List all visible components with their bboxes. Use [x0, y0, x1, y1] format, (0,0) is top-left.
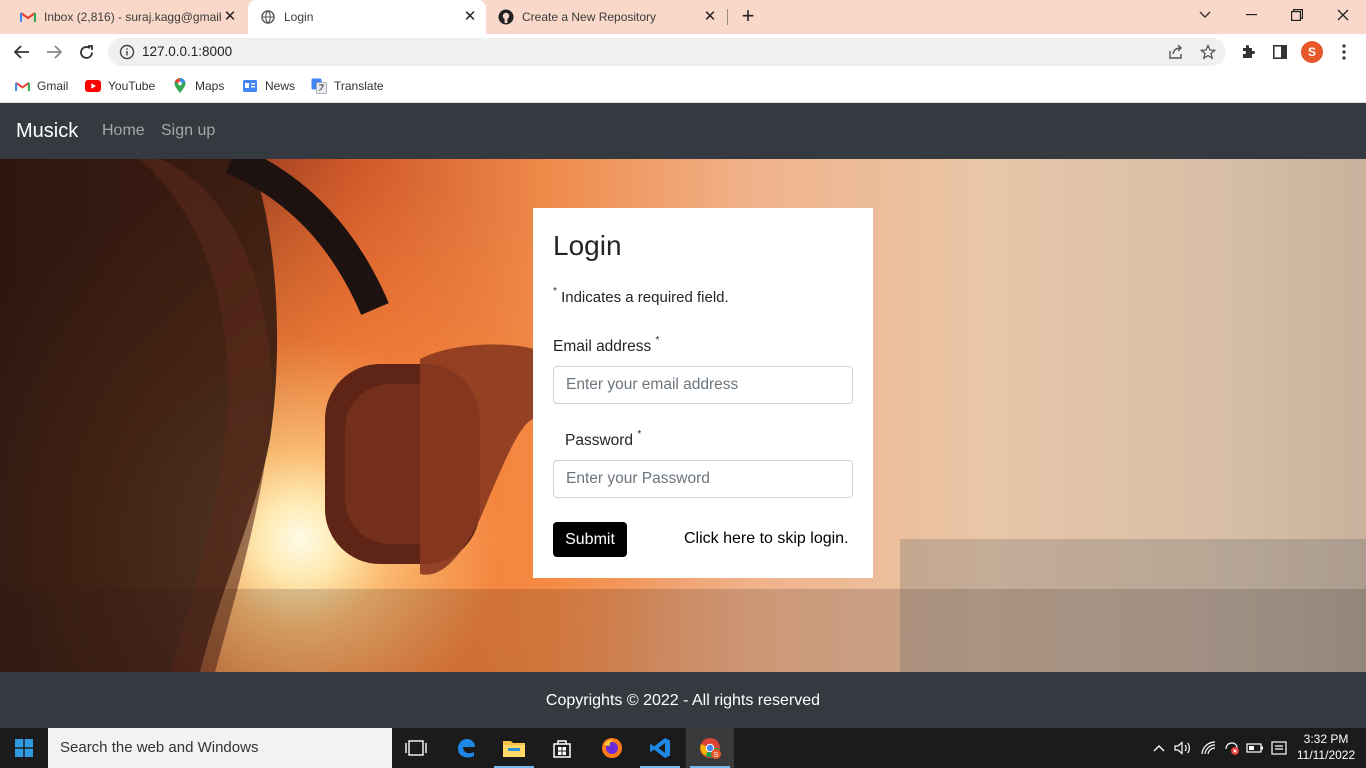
required-note-text: Indicates a required field. [561, 289, 729, 306]
security-alert-icon[interactable] [1222, 728, 1242, 768]
battery-icon[interactable] [1244, 728, 1266, 768]
minimize-button[interactable] [1228, 0, 1274, 30]
tab-login[interactable]: Login ✕ [248, 0, 486, 34]
gmail-icon [14, 78, 30, 94]
vscode-icon[interactable] [636, 728, 684, 768]
browser-toolbar: 127.0.0.1:8000 [0, 34, 1366, 70]
new-tab-button[interactable]: + [737, 5, 759, 28]
bookmark-news[interactable]: News [242, 76, 295, 96]
windows-start-icon[interactable] [0, 728, 48, 768]
tab-gmail-inbox[interactable]: Inbox (2,816) - suraj.kagg@gmail ✕ [12, 0, 246, 34]
taskbar-search-placeholder: Search the web and Windows [60, 739, 259, 756]
required-asterisk: * [553, 286, 557, 297]
volume-icon[interactable] [1172, 728, 1194, 768]
close-window-button[interactable] [1320, 0, 1366, 30]
globe-icon [260, 9, 276, 25]
chrome-icon[interactable]: S [686, 728, 734, 768]
login-title: Login [553, 230, 622, 261]
skip-login-link[interactable]: Click here to skip login. [684, 530, 849, 548]
keyboard-input-icon[interactable] [1268, 728, 1290, 768]
bookmark-label: News [265, 79, 296, 93]
bookmark-gmail[interactable]: Gmail [14, 76, 68, 96]
email-label-text: Email address [553, 338, 652, 356]
bookmark-label: Gmail [37, 79, 69, 93]
tab-title: Inbox (2,816) - suraj.kagg@gmail [44, 10, 222, 24]
bookmark-label: YouTube [108, 79, 156, 93]
email-input[interactable] [553, 366, 853, 404]
address-bar[interactable]: 127.0.0.1:8000 [108, 38, 1226, 66]
close-tab-icon[interactable]: ✕ [222, 9, 238, 25]
show-hidden-icons-chevron-icon[interactable] [1150, 728, 1168, 768]
firefox-icon[interactable] [588, 728, 636, 768]
edge-browser-icon[interactable] [442, 728, 490, 768]
news-icon [242, 78, 258, 94]
site-navbar: Musick Home Sign up [0, 103, 1366, 159]
close-tab-icon[interactable]: ✕ [702, 9, 718, 25]
translate-icon [311, 78, 327, 94]
file-explorer-icon[interactable] [490, 728, 538, 768]
copyright-text: Copyrights © 2022 - All rights reserved [545, 692, 821, 709]
browser-tab-strip: Inbox (2,816) - suraj.kagg@gmail ✕ Login… [0, 0, 1366, 34]
url-text: 127.0.0.1:8000 [142, 44, 233, 59]
password-label: Password * [565, 429, 642, 450]
svg-text:S: S [714, 752, 719, 759]
required-asterisk: * [655, 335, 660, 346]
windows-taskbar: Search the web and Windows S 3:32 PM 11/… [0, 728, 1366, 768]
tab-title: Login [284, 10, 314, 24]
required-note: * Indicates a required field. [553, 286, 729, 306]
tab-github-new-repo[interactable]: Create a New Repository ✕ [488, 0, 726, 34]
nav-link-sign-up[interactable]: Sign up [161, 122, 215, 140]
bookmark-label: Maps [195, 79, 225, 93]
profile-avatar[interactable]: S [1301, 41, 1323, 63]
store-icon[interactable] [538, 728, 586, 768]
github-icon [498, 9, 514, 25]
required-asterisk: * [637, 429, 642, 440]
youtube-icon [85, 78, 101, 94]
maps-pin-icon [172, 78, 188, 94]
site-footer: Copyrights © 2022 - All rights reserved [0, 672, 1366, 728]
site-brand[interactable]: Musick [16, 120, 78, 143]
bookmark-translate[interactable]: Translate [311, 76, 384, 96]
clock-date: 11/11/2022 [1296, 748, 1356, 762]
close-tab-icon[interactable]: ✕ [462, 9, 478, 25]
password-label-text: Password [565, 432, 634, 450]
tab-title: Create a New Repository [522, 10, 657, 24]
network-icon[interactable] [1198, 728, 1220, 768]
system-clock[interactable]: 3:32 PM 11/11/2022 [1292, 731, 1360, 763]
back-arrow-icon[interactable] [10, 40, 34, 64]
password-input[interactable] [553, 460, 853, 498]
email-label: Email address * [553, 335, 660, 356]
clock-time: 3:32 PM [1303, 732, 1349, 746]
nav-link-home[interactable]: Home [102, 122, 145, 140]
restore-button[interactable] [1274, 0, 1320, 30]
login-card: Login * Indicates a required field. Emai… [533, 208, 873, 578]
tab-search-chevron-icon[interactable] [1182, 0, 1228, 30]
forward-arrow-icon[interactable] [42, 40, 66, 64]
extensions-puzzle-icon[interactable] [1238, 42, 1258, 62]
bookmark-maps[interactable]: Maps [172, 76, 224, 96]
taskbar-search-box[interactable]: Search the web and Windows [48, 728, 392, 768]
reload-icon[interactable] [74, 40, 98, 64]
gmail-icon [20, 9, 36, 25]
menu-kebab-icon[interactable] [1334, 42, 1354, 62]
bookmark-star-icon[interactable] [1199, 43, 1217, 60]
bookmark-label: Translate [334, 79, 384, 93]
side-panel-icon[interactable] [1270, 42, 1290, 62]
bookmark-youtube[interactable]: YouTube [85, 76, 155, 96]
share-icon[interactable] [1168, 44, 1184, 60]
submit-button[interactable]: Submit [553, 522, 627, 557]
tab-separator [727, 9, 728, 25]
bookmarks-bar: Gmail YouTube Maps News Translate [0, 70, 1366, 103]
task-view-icon[interactable] [392, 728, 440, 768]
site-info-icon[interactable] [119, 44, 135, 60]
